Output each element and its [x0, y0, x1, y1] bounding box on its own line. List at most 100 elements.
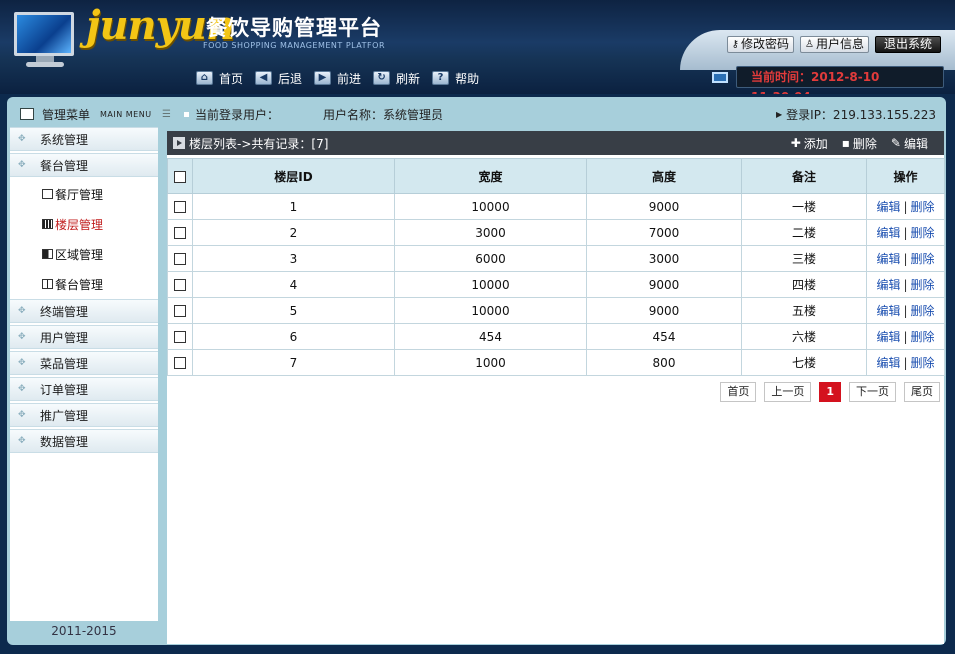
cell-actions: 编辑 | 删除 [866, 193, 945, 220]
row-delete-link[interactable]: 删除 [911, 356, 935, 370]
change-password-label: 修改密码 [740, 37, 789, 51]
cell-note: 五楼 [741, 297, 867, 324]
column-header-height[interactable]: 高度 [586, 158, 742, 194]
header-actions: ⚷ 修改密码 ♙ 用户信息 退出系统 [726, 36, 941, 53]
cell-width: 10000 [394, 297, 587, 324]
prev-page-button[interactable]: 上一页 [764, 382, 812, 402]
row-select-cell [167, 271, 193, 298]
row-delete-link[interactable]: 删除 [911, 252, 935, 266]
row-op-separator: | [903, 356, 908, 370]
app-title: 餐饮导购管理平台 [206, 16, 382, 40]
column-header-width[interactable]: 宽度 [394, 158, 587, 194]
trash-icon: ▪ [841, 136, 850, 150]
delete-button[interactable]: ▪ 删除 [842, 135, 877, 152]
cell-height: 454 [586, 323, 742, 350]
login-ip: ▶ 登录IP：219.133.155.223 [776, 106, 936, 123]
row-delete-link[interactable]: 删除 [911, 330, 935, 344]
cell-id: 3 [192, 245, 395, 272]
add-button[interactable]: ✚ 添加 [791, 135, 828, 152]
sidebar-item-orders[interactable]: ✥ 订单管理 [10, 377, 158, 401]
cell-height: 3000 [586, 245, 742, 272]
play-icon [173, 137, 185, 149]
row-op-separator: | [903, 330, 908, 344]
nav-refresh[interactable]: ↻ 刷新 [373, 70, 420, 87]
sidebar-item-dishes[interactable]: ✥ 菜品管理 [10, 351, 158, 375]
row-edit-link[interactable]: 编辑 [876, 226, 900, 240]
row-edit-link[interactable]: 编辑 [876, 252, 900, 266]
sidebar-subitem-table[interactable]: 餐台管理 [10, 269, 158, 299]
sidebar-subitem-label: 楼层管理 [55, 217, 104, 232]
plus-icon: ✥ [18, 160, 26, 170]
row-op-separator: | [903, 278, 908, 292]
row-checkbox[interactable] [174, 357, 186, 369]
row-delete-link[interactable]: 删除 [911, 304, 935, 318]
row-checkbox[interactable] [174, 331, 186, 343]
table-body: 1 10000 9000 一楼 编辑 | 删除 2 3000 7000 二楼 编辑 | 删除 3 6000 30… [167, 193, 945, 376]
cell-actions: 编辑 | 删除 [866, 271, 945, 298]
column-header-note[interactable]: 备注 [741, 158, 867, 194]
sidebar-item-data[interactable]: ✥ 数据管理 [10, 429, 158, 453]
cell-note: 六楼 [741, 323, 867, 350]
cell-id: 6 [192, 323, 395, 350]
sidebar-item-label: 终端管理 [40, 304, 89, 319]
select-all-checkbox[interactable] [174, 170, 186, 183]
nav-help[interactable]: ? 帮助 [432, 70, 479, 87]
info-bar: 管理菜单 MAIN MENU ☰ 当前登录用户： 用户名称：系统管理员 ▶ 登录… [10, 102, 944, 126]
floor-table: 楼层ID 宽度 高度 备注 操作 1 10000 9000 一楼 编辑 | 删除 2 3000 7… [167, 158, 945, 376]
sidebar-item-terminal[interactable]: ✥ 终端管理 [10, 299, 158, 323]
current-time-text: 当前时间：2012-8-10 11:30:04 [736, 66, 944, 94]
sidebar-subitem-label: 餐台管理 [55, 277, 104, 292]
plus-icon: ✥ [18, 332, 26, 342]
current-user: 当前登录用户： [184, 106, 279, 123]
row-delete-link[interactable]: 删除 [911, 200, 935, 214]
menu-title: 管理菜单 MAIN MENU [10, 106, 160, 123]
row-select-cell [167, 323, 193, 350]
sidebar-subitem-restaurant[interactable]: 餐厅管理 [10, 179, 158, 209]
next-page-button[interactable]: 下一页 [849, 382, 896, 402]
edit-button[interactable]: ✎ 编辑 [891, 135, 928, 152]
cell-width: 10000 [394, 271, 587, 298]
row-edit-link[interactable]: 编辑 [876, 304, 900, 318]
cell-id: 1 [192, 193, 395, 220]
row-checkbox[interactable] [174, 227, 186, 239]
plus-icon: ✥ [18, 384, 26, 394]
logout-button[interactable]: 退出系统 [874, 36, 941, 53]
first-page-button[interactable]: 首页 [720, 382, 757, 402]
sidebar-item-system[interactable]: ✥ 系统管理 [10, 127, 158, 151]
sidebar-item-table-mgmt[interactable]: ✥ 餐台管理 [10, 153, 158, 177]
row-edit-link[interactable]: 编辑 [876, 356, 900, 370]
last-page-button[interactable]: 尾页 [904, 382, 940, 402]
nav-forward[interactable]: ▶ 前进 [314, 70, 361, 87]
cell-actions: 编辑 | 删除 [866, 297, 945, 324]
row-delete-link[interactable]: 删除 [911, 278, 935, 292]
user-info-button[interactable]: ♙ 用户信息 [800, 36, 869, 53]
cell-height: 9000 [586, 193, 742, 220]
sidebar-item-label: 推广管理 [40, 408, 89, 423]
row-checkbox[interactable] [174, 279, 186, 291]
change-password-button[interactable]: ⚷ 修改密码 [726, 36, 794, 53]
area-icon [42, 249, 53, 259]
row-checkbox[interactable] [174, 305, 186, 317]
sidebar-item-label: 菜品管理 [40, 356, 89, 371]
nav-home[interactable]: ⌂ 首页 [196, 70, 243, 87]
row-edit-link[interactable]: 编辑 [876, 330, 900, 344]
bullet-icon [184, 111, 189, 117]
sidebar-subitem-floor[interactable]: 楼层管理 [10, 209, 158, 239]
nav-back[interactable]: ◀ 后退 [255, 70, 302, 87]
row-checkbox[interactable] [174, 201, 186, 213]
row-edit-link[interactable]: 编辑 [876, 200, 900, 214]
cell-note: 一楼 [741, 193, 867, 220]
current-page[interactable]: 1 [819, 382, 841, 402]
nav-back-label: 后退 [278, 71, 303, 86]
nav-refresh-label: 刷新 [396, 71, 421, 86]
sidebar-item-promotion[interactable]: ✥ 推广管理 [10, 403, 158, 427]
sidebar-item-user[interactable]: ✥ 用户管理 [10, 325, 158, 349]
row-delete-link[interactable]: 删除 [911, 226, 935, 240]
collapse-handle-icon[interactable]: ☰ [162, 109, 174, 120]
monitor-icon [712, 71, 728, 83]
nav-forward-label: 前进 [337, 71, 362, 86]
sidebar-subitem-area[interactable]: 区域管理 [10, 239, 158, 269]
row-checkbox[interactable] [174, 253, 186, 265]
row-edit-link[interactable]: 编辑 [876, 278, 900, 292]
column-header-id[interactable]: 楼层ID [192, 158, 395, 194]
